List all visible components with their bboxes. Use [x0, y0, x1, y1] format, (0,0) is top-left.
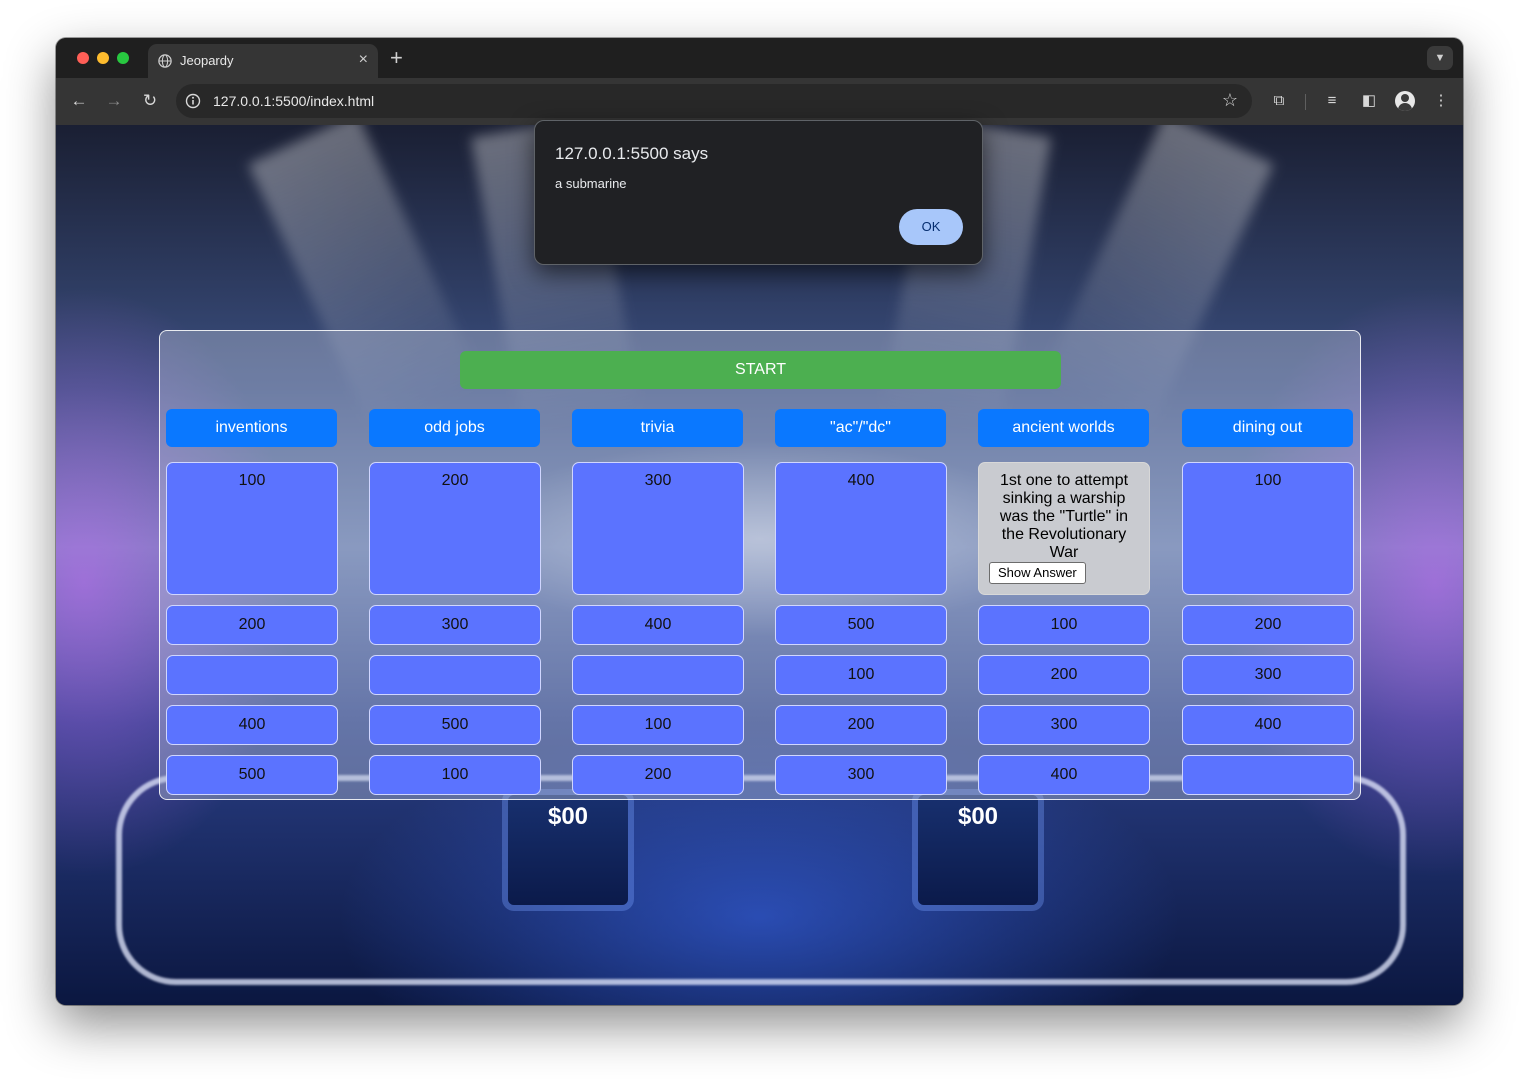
close-tab-icon[interactable]: ×	[359, 51, 368, 69]
contestant-podium-right: $00	[918, 795, 1038, 905]
clue-cell[interactable]: 100	[166, 462, 338, 595]
tab-search-icon[interactable]: ▼	[1427, 46, 1453, 70]
tab-title: Jeopardy	[180, 53, 234, 68]
more-menu-icon[interactable]: ⋮	[1430, 90, 1452, 112]
new-tab-button[interactable]: +	[390, 45, 403, 71]
back-arrow-icon[interactable]: ←	[68, 90, 90, 112]
category-header: trivia	[572, 409, 743, 447]
side-panel-icon[interactable]: ◧	[1358, 90, 1380, 112]
clue-cell[interactable]	[369, 655, 541, 695]
clue-cell[interactable]: 200	[775, 705, 947, 745]
jeopardy-board: START inventions 100 200 400 500 odd job…	[159, 330, 1361, 800]
clue-cell[interactable]: 200	[1182, 605, 1354, 645]
podium-score-right: $00	[957, 803, 999, 830]
start-button[interactable]: START	[460, 351, 1061, 389]
clue-cell[interactable]	[572, 655, 744, 695]
clue-cell[interactable]: 300	[369, 605, 541, 645]
category-header: dining out	[1182, 409, 1353, 447]
clue-cell[interactable]: 400	[775, 462, 947, 595]
clue-cell[interactable]	[166, 655, 338, 695]
bookmark-star-icon[interactable]: ☆	[1222, 90, 1238, 111]
category-header: odd jobs	[369, 409, 540, 447]
category-header: inventions	[166, 409, 337, 447]
clue-cell[interactable]: 200	[369, 462, 541, 595]
clue-cell[interactable]: 100	[775, 655, 947, 695]
toolbar-divider	[1305, 94, 1306, 110]
address-bar[interactable]: 127.0.0.1:5500/index.html ☆	[176, 84, 1252, 118]
clue-cell[interactable]: 400	[978, 755, 1150, 795]
clue-cell[interactable]: 500	[775, 605, 947, 645]
category-header: "ac"/"dc"	[775, 409, 946, 447]
clue-cell[interactable]: 100	[1182, 462, 1354, 595]
clue-cell[interactable]: 300	[1182, 655, 1354, 695]
close-window-button[interactable]	[77, 52, 89, 64]
browser-toolbar: ← → ↻ 127.0.0.1:5500/index.html ☆ ⧉ ≡ ◧ …	[56, 78, 1463, 125]
category-header: ancient worlds	[978, 409, 1149, 447]
clue-cell[interactable]: 200	[166, 605, 338, 645]
revealed-question-cell: 1st one to attempt sinking a warship was…	[978, 462, 1150, 595]
clue-cell[interactable]: 300	[572, 462, 744, 595]
stage-platform-rim	[116, 775, 1406, 985]
tab-strip: Jeopardy × + ▼	[56, 38, 1463, 78]
clue-cell[interactable]: 400	[1182, 705, 1354, 745]
minimize-window-button[interactable]	[97, 52, 109, 64]
clue-cell[interactable]: 500	[166, 755, 338, 795]
ok-button[interactable]: OK	[899, 209, 963, 245]
question-text: 1st one to attempt sinking a warship was…	[999, 472, 1129, 561]
clue-cell[interactable]: 100	[572, 705, 744, 745]
alert-dialog: 127.0.0.1:5500 says a submarine OK	[534, 120, 983, 265]
clue-cell[interactable]: 200	[978, 655, 1150, 695]
globe-icon	[158, 54, 172, 68]
profile-avatar-icon[interactable]	[1395, 91, 1415, 111]
contestant-podium-left: $00	[508, 795, 628, 905]
browser-window: Jeopardy × + ▼ ← → ↻ 127.0.0.1:5500/inde…	[56, 38, 1463, 1005]
clue-cell[interactable]: 300	[775, 755, 947, 795]
alert-title: 127.0.0.1:5500 says	[555, 144, 709, 163]
alert-message: a submarine	[555, 176, 627, 191]
clue-cell[interactable]	[1182, 755, 1354, 795]
reading-list-icon[interactable]: ≡	[1321, 90, 1343, 112]
show-answer-button[interactable]: Show Answer	[989, 562, 1086, 584]
clue-cell[interactable]: 100	[369, 755, 541, 795]
tab-jeopardy[interactable]: Jeopardy ×	[148, 44, 378, 78]
clue-cell[interactable]: 300	[978, 705, 1150, 745]
clue-cell[interactable]: 500	[369, 705, 541, 745]
clue-cell[interactable]: 200	[572, 755, 744, 795]
forward-arrow-icon[interactable]: →	[103, 90, 125, 112]
clue-cell[interactable]: 400	[166, 705, 338, 745]
extensions-icon[interactable]: ⧉	[1268, 90, 1290, 112]
clue-cell[interactable]: 100	[978, 605, 1150, 645]
podium-score-left: $00	[547, 803, 589, 830]
site-info-icon[interactable]	[185, 93, 201, 109]
maximize-window-button[interactable]	[117, 52, 129, 64]
clue-cell[interactable]: 400	[572, 605, 744, 645]
reload-icon[interactable]: ↻	[139, 90, 161, 112]
url-text: 127.0.0.1:5500/index.html	[213, 93, 375, 109]
